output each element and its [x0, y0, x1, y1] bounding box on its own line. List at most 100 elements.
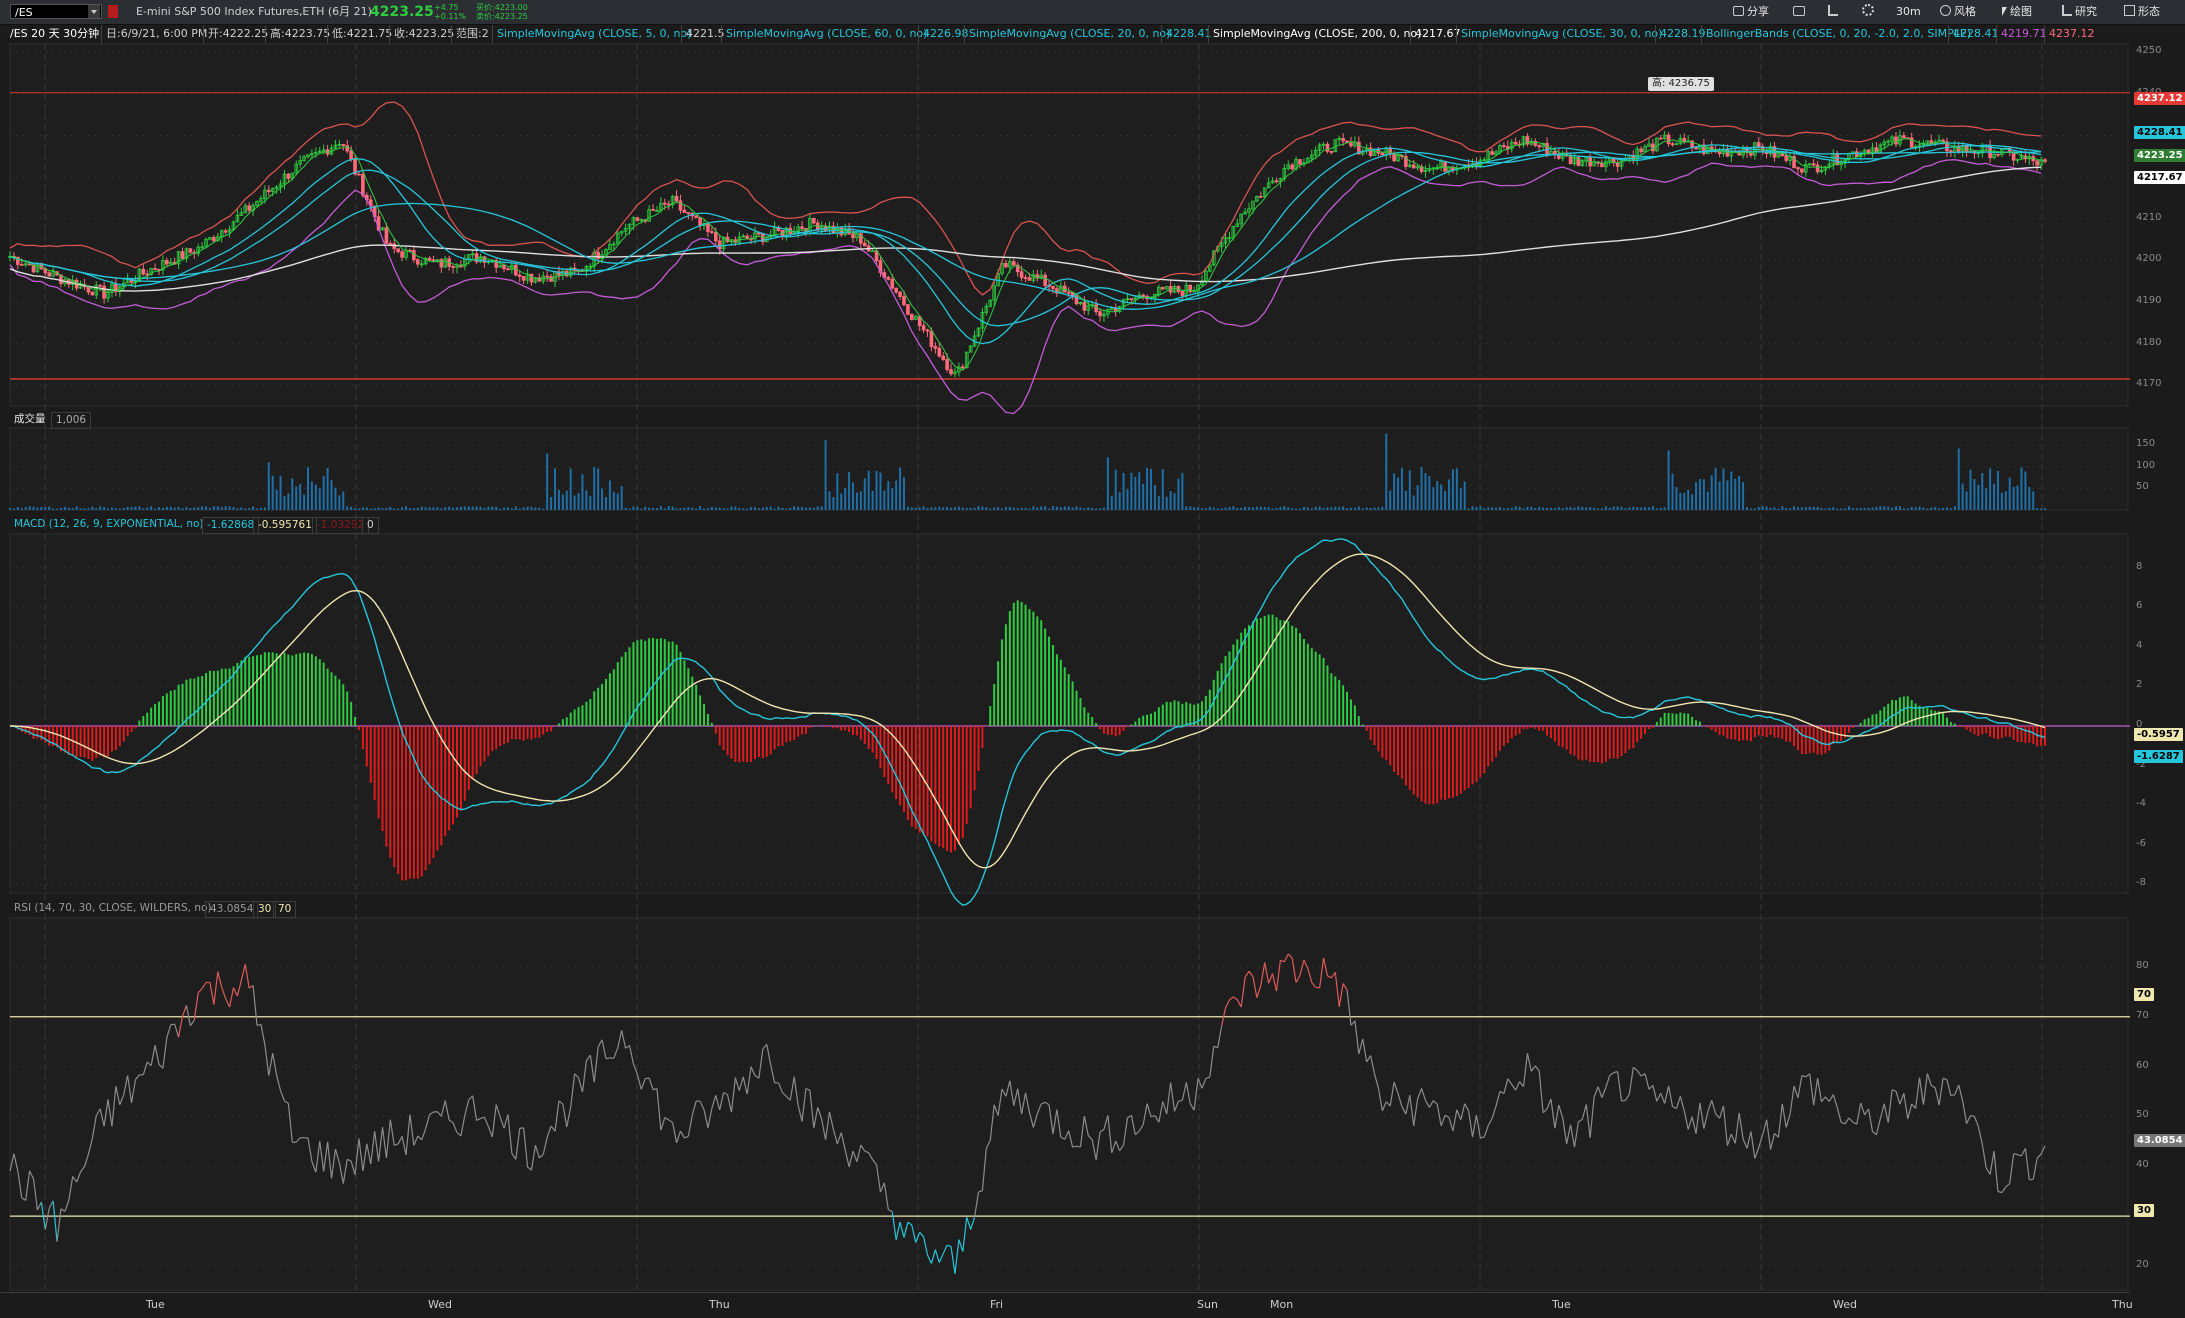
candle-body — [1259, 196, 1262, 197]
candle-body — [1083, 302, 1086, 310]
candle-body — [934, 347, 937, 349]
volume-bar — [91, 507, 93, 510]
volume-bar — [1962, 484, 1964, 510]
candle-body — [1330, 151, 1333, 152]
volume-bar — [1958, 449, 1960, 510]
candle-body — [189, 249, 192, 252]
volume-bar — [907, 507, 909, 510]
candle-body — [1099, 312, 1102, 316]
volume-bar — [507, 507, 509, 510]
volume-bar — [1644, 507, 1646, 510]
volume-bar — [1460, 488, 1462, 510]
volume-bar — [938, 507, 940, 510]
candle-body — [103, 286, 106, 298]
volume-bar — [1354, 508, 1356, 510]
volume-bar — [272, 476, 274, 510]
volume-bar — [1781, 506, 1783, 510]
candle-body — [679, 201, 682, 210]
price-axis-tick: 4190 — [2136, 295, 2177, 306]
volume-bar — [883, 491, 885, 510]
volume-bar — [962, 508, 964, 510]
volume-bar — [436, 507, 438, 510]
volume-bar — [142, 508, 144, 510]
time-axis[interactable] — [0, 1292, 2130, 1318]
rsi-overbought-tag: 70 — [2134, 988, 2154, 1001]
volume-bar — [1640, 508, 1642, 510]
macd-value: -1.62868 — [202, 517, 259, 534]
volume-bar — [1032, 506, 1034, 510]
volume-bar — [1123, 473, 1125, 510]
candle-body — [154, 269, 157, 270]
rsi-line-segment — [606, 1058, 610, 1059]
volume-bar — [801, 507, 803, 510]
volume-bar — [1973, 479, 1975, 510]
volume-bar — [538, 508, 540, 510]
volume-bar — [1703, 479, 1705, 510]
volume-bar — [60, 508, 62, 510]
volume-bar — [1248, 507, 1250, 510]
volume-bar — [1491, 507, 1493, 510]
volume-bar — [1240, 508, 1242, 510]
candle-body — [636, 218, 639, 221]
volume-bar — [1558, 507, 1560, 510]
candle-body — [710, 232, 713, 233]
volume-bar — [17, 507, 19, 510]
volume-bar — [1177, 478, 1179, 510]
volume-bar — [1377, 507, 1379, 510]
volume-bar — [1770, 508, 1772, 510]
volume-bar — [974, 508, 976, 510]
volume-bar — [1201, 508, 1203, 510]
macd-panel-label[interactable]: MACD (12, 26, 9, EXPONENTIAL, no) — [10, 517, 208, 532]
volume-bar — [464, 507, 466, 510]
macd-axis-tick: -4 — [2136, 798, 2177, 809]
volume-bar — [903, 477, 905, 510]
volume-bar — [1832, 507, 1834, 510]
rsi-oversold-tag: 30 — [2134, 1204, 2154, 1217]
volume-panel-label[interactable]: 成交量 — [10, 412, 50, 427]
volume-bar — [52, 508, 54, 510]
volume-bar — [193, 508, 195, 510]
volume-bar — [636, 507, 638, 510]
volume-bar — [299, 484, 301, 510]
volume-bar — [264, 507, 266, 510]
volume-bar — [1275, 508, 1277, 510]
volume-bar — [515, 506, 517, 510]
volume-bar — [581, 474, 583, 510]
volume-bar — [578, 493, 580, 510]
candle-body — [522, 276, 525, 280]
rsi-panel-label[interactable]: RSI (14, 70, 30, CLOSE, WILDERS, no) — [10, 901, 216, 916]
candle-body — [397, 249, 400, 252]
volume-bar — [1762, 506, 1764, 510]
volume-bar — [1785, 508, 1787, 510]
volume-bar — [174, 508, 176, 510]
volume-bar — [1346, 508, 1348, 510]
volume-bar — [1722, 469, 1724, 510]
candle-body — [1028, 278, 1031, 281]
volume-bar — [1134, 477, 1136, 510]
volume-bar — [236, 508, 238, 510]
time-label-wed-2: Wed — [1833, 1298, 1857, 1311]
volume-bar — [503, 508, 505, 510]
volume-bar — [534, 507, 536, 510]
volume-bar — [1777, 509, 1779, 510]
volume-bar — [1887, 507, 1889, 510]
volume-bar — [1330, 507, 1332, 510]
volume-bar — [291, 478, 293, 510]
chart-canvas[interactable] — [0, 0, 2185, 1317]
candle-body — [899, 292, 902, 297]
candle-body — [1538, 145, 1541, 146]
volume-bar — [1264, 507, 1266, 510]
volume-bar — [1256, 507, 1258, 510]
volume-bar — [166, 507, 168, 510]
volume-bar — [409, 508, 411, 510]
volume-bar — [1138, 472, 1140, 510]
candle-body — [1895, 137, 1898, 144]
time-label-mon: Mon — [1270, 1298, 1293, 1311]
candle-body — [1812, 164, 1815, 165]
volume-bar — [1950, 508, 1952, 510]
volume-bar — [1593, 508, 1595, 510]
volume-bar — [1856, 508, 1858, 510]
volume-bar — [209, 508, 211, 510]
volume-bar — [162, 508, 164, 510]
volume-bar — [1789, 508, 1791, 510]
